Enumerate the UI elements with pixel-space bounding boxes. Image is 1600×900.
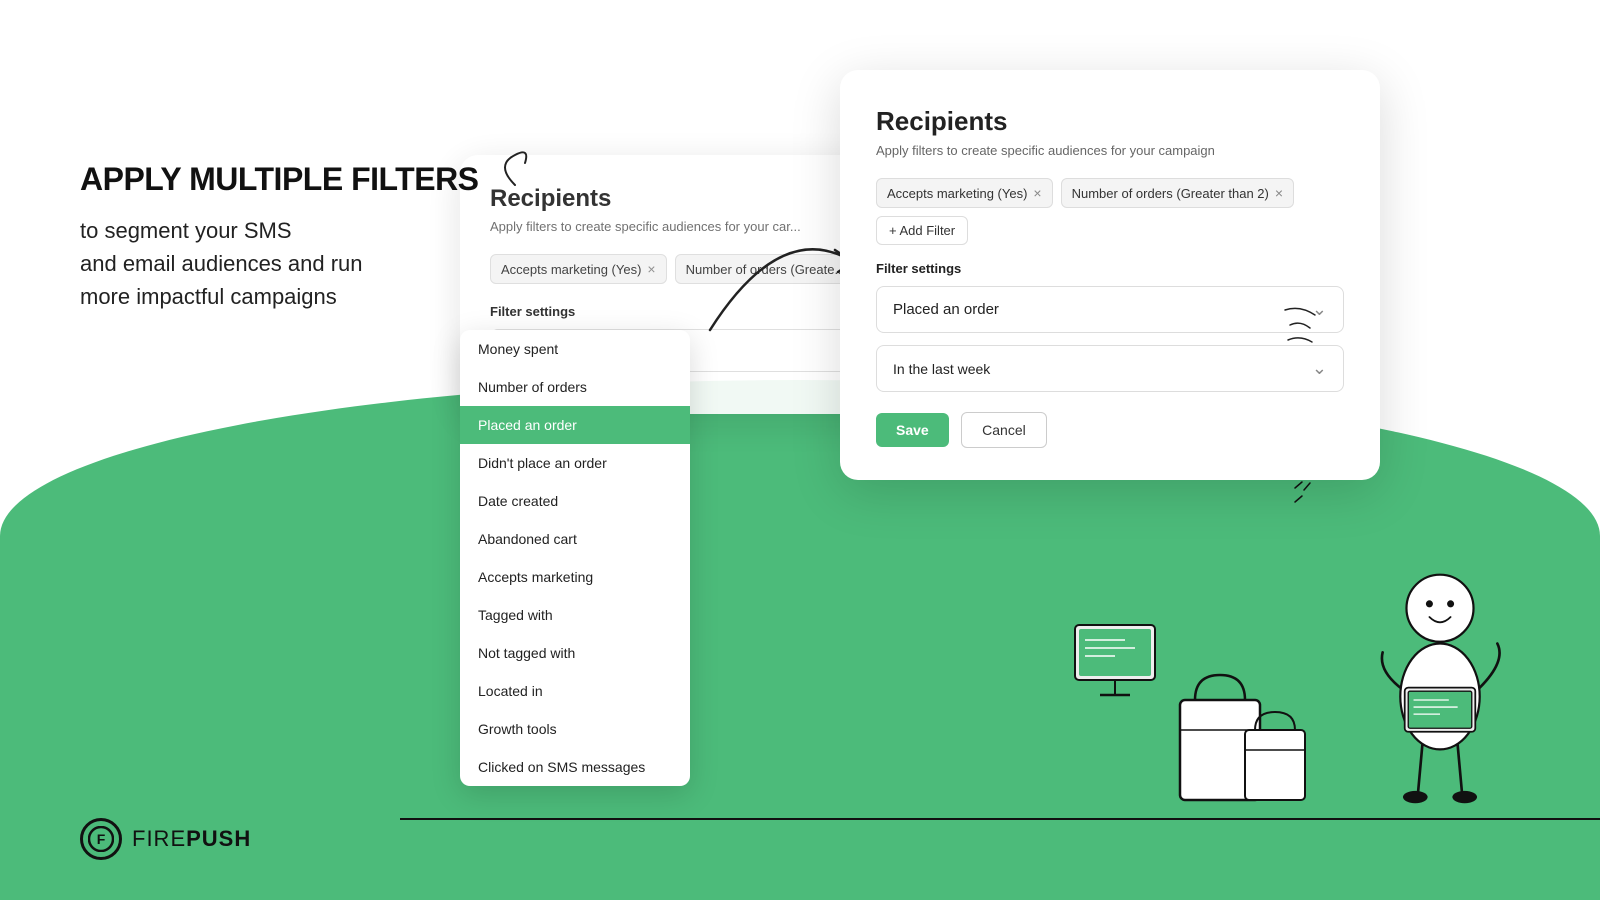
logo: F FIREPUSH <box>80 818 251 860</box>
bg-tag-marketing-remove[interactable]: × <box>647 261 655 277</box>
fg-filter-tags: Accepts marketing (Yes) × Number of orde… <box>876 178 1344 245</box>
logo-icon: F <box>80 818 122 860</box>
fg-card-subtitle: Apply filters to create specific audienc… <box>876 143 1344 158</box>
last-week-chevron-icon: ⌄ <box>1312 358 1327 379</box>
bottom-divider-line <box>400 818 1600 820</box>
character-illustration <box>1340 520 1540 820</box>
dropdown-item-clicked-sms[interactable]: Clicked on SMS messages <box>460 748 690 786</box>
dropdown-item-not-tagged-with[interactable]: Not tagged with <box>460 634 690 672</box>
placed-order-dropdown[interactable]: Placed an order ⌄ <box>876 286 1344 333</box>
dropdown-item-located-in[interactable]: Located in <box>460 672 690 710</box>
fg-tag-marketing: Accepts marketing (Yes) × <box>876 178 1053 208</box>
headline: APPLY MULTIPLE FILTERS <box>80 160 479 198</box>
fg-card-title: Recipients <box>876 106 1344 137</box>
fg-tag-marketing-remove[interactable]: × <box>1033 185 1041 201</box>
save-button[interactable]: Save <box>876 413 949 447</box>
dropdown-item-placed-order[interactable]: Placed an order <box>460 406 690 444</box>
shopping-bags-illustration <box>1160 620 1320 820</box>
filter-dropdown-menu: Money spent Number of orders Placed an o… <box>460 330 690 786</box>
left-section: APPLY MULTIPLE FILTERS to segment your S… <box>80 160 479 313</box>
fg-filter-settings-label: Filter settings <box>876 261 1344 276</box>
dropdown-item-number-of-orders[interactable]: Number of orders <box>460 368 690 406</box>
svg-text:F: F <box>97 831 106 847</box>
dropdown-item-growth-tools[interactable]: Growth tools <box>460 710 690 748</box>
logo-text: FIREPUSH <box>132 826 251 852</box>
fg-tag-orders: Number of orders (Greater than 2) × <box>1061 178 1294 208</box>
bg-tag-orders: Number of orders (Greate... <box>675 254 857 284</box>
dropdown-item-date-created[interactable]: Date created <box>460 482 690 520</box>
fg-tag-orders-remove[interactable]: × <box>1275 185 1283 201</box>
last-week-dropdown[interactable]: In the last week ⌄ <box>876 345 1344 392</box>
cancel-button[interactable]: Cancel <box>961 412 1047 448</box>
dropdown-item-abandoned-cart[interactable]: Abandoned cart <box>460 520 690 558</box>
laptop-stand-illustration <box>1070 620 1170 700</box>
dropdown-item-tagged-with[interactable]: Tagged with <box>460 596 690 634</box>
bg-tag-marketing: Accepts marketing (Yes) × <box>490 254 667 284</box>
action-buttons: Save Cancel <box>876 412 1344 448</box>
doodle-lines-near-save <box>1280 300 1320 350</box>
add-filter-button[interactable]: + Add Filter <box>876 216 968 245</box>
foreground-recipients-card: Recipients Apply filters to create speci… <box>840 70 1380 480</box>
subtext: to segment your SMS and email audiences … <box>80 214 479 313</box>
dropdown-item-money-spent[interactable]: Money spent <box>460 330 690 368</box>
dropdown-item-didnt-place-order[interactable]: Didn't place an order <box>460 444 690 482</box>
dropdown-item-accepts-marketing[interactable]: Accepts marketing <box>460 558 690 596</box>
doodle-slash-marks <box>1290 480 1320 510</box>
